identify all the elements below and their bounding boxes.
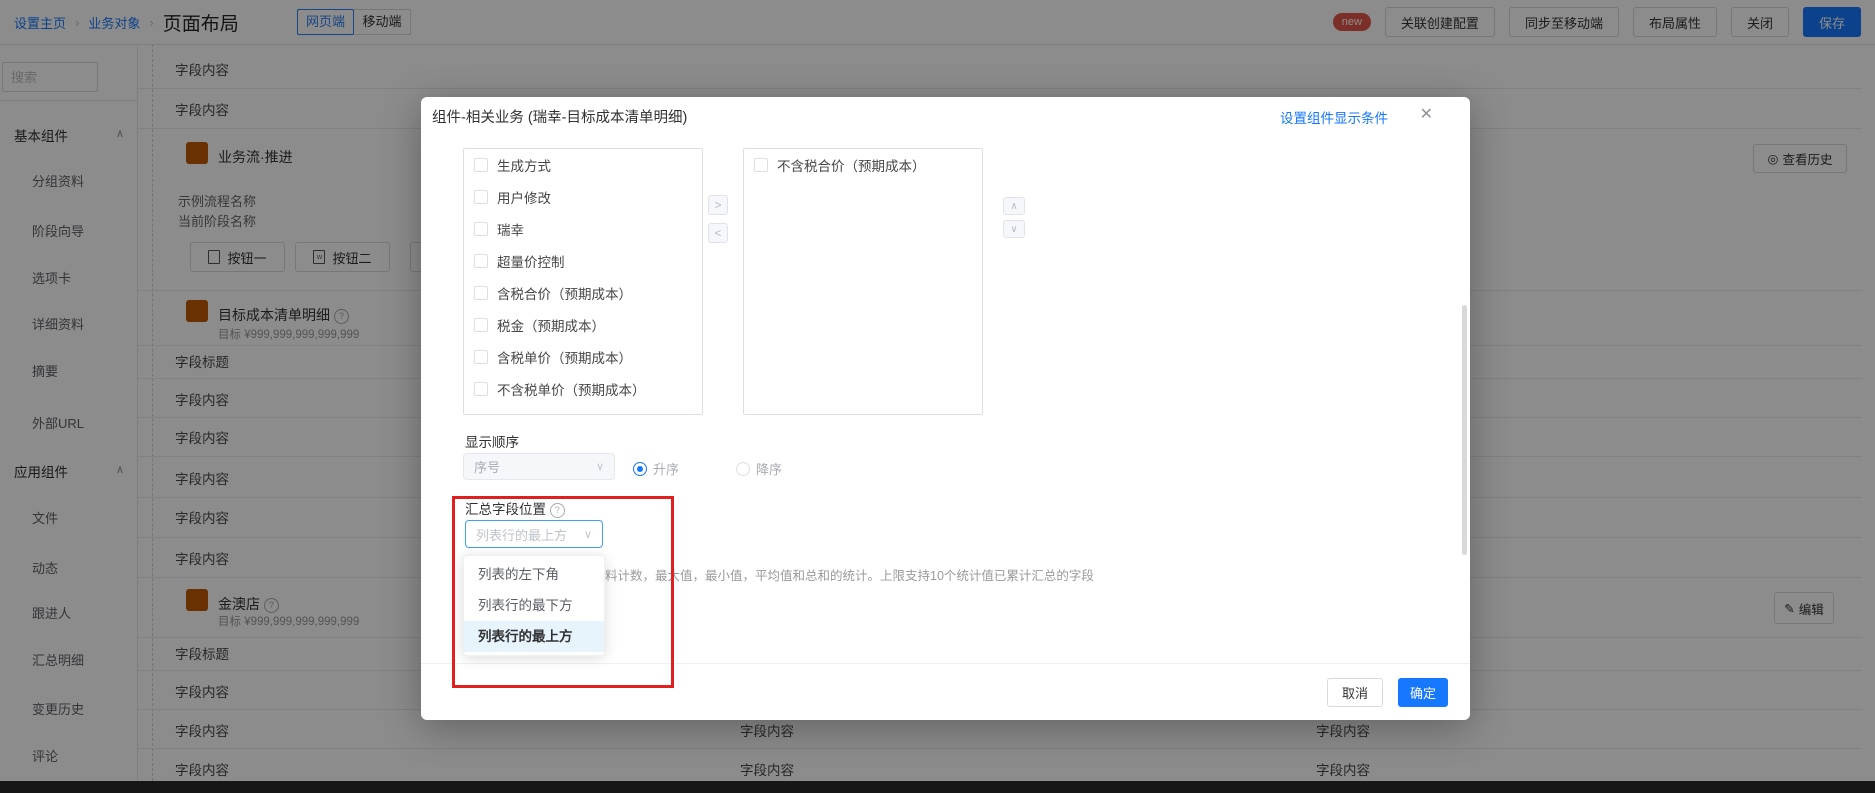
page-layout-editor: 设置主页 › 业务对象 › 页面布局 网页端 移动端 new 关联创建配置 同步… [0, 0, 1875, 793]
checkbox[interactable] [474, 222, 488, 236]
list-item[interactable]: 生成方式 [464, 149, 702, 181]
list-item-label: 超量价控制 [497, 251, 565, 271]
modal-scrollbar[interactable] [1462, 305, 1467, 555]
list-item-label: 含税单价（预期成本） [497, 347, 632, 367]
list-item[interactable]: 含税合价（预期成本） [464, 277, 702, 309]
list-item[interactable]: 超量价控制 [464, 245, 702, 277]
checkbox[interactable] [474, 158, 488, 172]
display-condition-link[interactable]: 设置组件显示条件 [1280, 107, 1388, 127]
move-down-button[interactable]: ∨ [1003, 220, 1025, 238]
available-fields-list: 生成方式 用户修改 瑞幸 超量价控制 含税合价（预期成本） 税金（预期成本） 含… [463, 148, 703, 415]
checkbox[interactable] [754, 158, 768, 172]
modal-title: 组件-相关业务 (瑞幸-目标成本清单明细) [432, 106, 687, 127]
list-item[interactable]: 不含税合价（预期成本） [744, 149, 982, 181]
list-item[interactable]: 税金（预期成本） [464, 309, 702, 341]
close-icon[interactable]: ✕ [1420, 104, 1433, 124]
selected-fields-list: 不含税合价（预期成本） [743, 148, 983, 415]
list-item[interactable]: 数量（预期成本） [464, 405, 702, 415]
checkbox[interactable] [474, 382, 488, 396]
list-item[interactable]: 用户修改 [464, 181, 702, 213]
confirm-button[interactable]: 确定 [1398, 678, 1448, 707]
asc-label: 升序 [653, 459, 679, 478]
annotation-highlight-box [452, 496, 674, 688]
list-item-label: 税金（预期成本） [497, 315, 605, 335]
radio-selected-icon[interactable] [633, 462, 647, 476]
summary-help-text: 料计数，最大值，最小值，平均值和总和的统计。上限支持10个统计值已累计汇总的字段 [605, 565, 1094, 584]
list-item-label: 不含税合价（预期成本） [777, 155, 926, 175]
list-item-label: 生成方式 [497, 155, 551, 175]
checkbox[interactable] [474, 350, 488, 364]
chevron-down-icon: ∨ [596, 460, 604, 473]
radio-unselected-icon[interactable] [736, 462, 750, 476]
list-item-label: 用户修改 [497, 187, 551, 207]
desc-label: 降序 [756, 459, 782, 478]
list-item-label: 瑞幸 [497, 219, 524, 239]
order-field-select[interactable]: 序号 ∨ [463, 453, 615, 480]
display-order-label: 显示顺序 [465, 431, 519, 451]
bottom-bar [0, 781, 1875, 793]
move-left-button[interactable]: < [708, 223, 728, 243]
list-item-label: 含税合价（预期成本） [497, 283, 632, 303]
checkbox[interactable] [474, 190, 488, 204]
list-item-label: 数量（预期成本） [497, 411, 605, 415]
order-select-value: 序号 [474, 457, 500, 476]
checkbox[interactable] [474, 254, 488, 268]
list-item[interactable]: 不含税单价（预期成本） [464, 373, 702, 405]
desc-radio-group[interactable]: 降序 [736, 459, 782, 478]
cancel-button[interactable]: 取消 [1327, 678, 1383, 707]
list-item-label: 不含税单价（预期成本） [497, 379, 646, 399]
checkbox[interactable] [474, 318, 488, 332]
list-item[interactable]: 含税单价（预期成本） [464, 341, 702, 373]
move-up-button[interactable]: ∧ [1003, 197, 1025, 215]
checkbox[interactable] [474, 286, 488, 300]
checkbox[interactable] [474, 414, 488, 415]
move-right-button[interactable]: > [708, 195, 728, 215]
list-item[interactable]: 瑞幸 [464, 213, 702, 245]
asc-radio-group[interactable]: 升序 [633, 459, 679, 478]
